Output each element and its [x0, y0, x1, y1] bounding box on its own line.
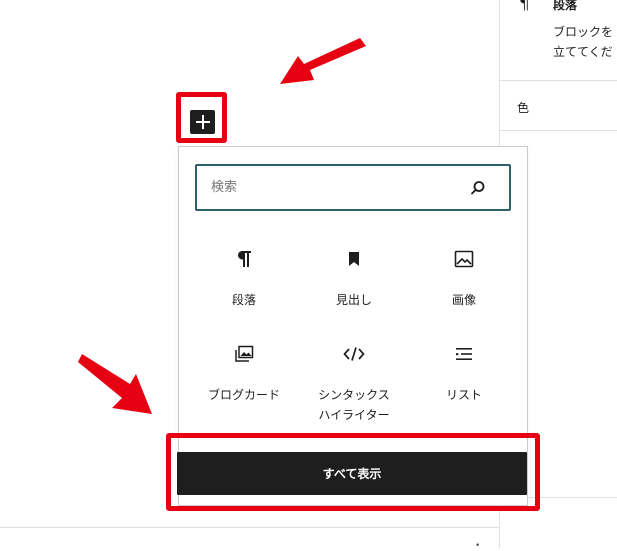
block-item-label: ブログカード	[207, 388, 280, 402]
list-icon	[453, 343, 475, 365]
plus-icon	[195, 115, 210, 129]
search-icon[interactable]	[469, 179, 487, 197]
dot-icon: •	[475, 541, 481, 551]
block-item-label: 画像	[451, 293, 476, 307]
block-item-list[interactable]: リスト	[409, 326, 519, 416]
block-card-description-line: ブロックを	[553, 25, 614, 39]
block-item-syntax-highlighter[interactable]: シンタックス ハイライター	[299, 326, 409, 422]
block-card: ¶ 段落 ブロックを 立ててくだ	[500, 0, 617, 69]
annotation-arrow-icon	[78, 354, 152, 414]
block-search-input[interactable]	[197, 166, 469, 209]
sidebar-divider	[500, 130, 617, 131]
block-card-title: 段落	[553, 0, 578, 12]
block-item-heading[interactable]: 見出し	[299, 231, 409, 321]
paragraph-icon: ¶	[519, 0, 530, 14]
block-item-label: シンタックス ハイライター	[318, 388, 390, 422]
block-card-description-line: 立ててくだ	[553, 45, 613, 59]
sidebar-divider	[500, 80, 617, 81]
block-item-paragraph[interactable]: 段落	[189, 231, 299, 321]
block-item-image[interactable]: 画像	[409, 231, 519, 321]
block-item-label: リスト	[445, 388, 482, 402]
block-item-label: 見出し	[335, 293, 372, 307]
block-item-label: 段落	[231, 293, 256, 307]
show-all-button[interactable]: すべて表示	[177, 452, 527, 495]
paragraph-icon	[233, 248, 255, 270]
annotation-arrow-icon	[280, 38, 366, 84]
block-card-description: ブロックを 立ててくだ	[553, 22, 613, 62]
color-panel-toggle[interactable]: 色	[517, 99, 529, 116]
editor-divider	[0, 527, 499, 528]
code-icon	[343, 343, 365, 365]
block-search	[195, 164, 511, 211]
block-item-blog-card[interactable]: ブログカード	[189, 326, 299, 416]
gallery-icon	[233, 343, 255, 365]
heading-bookmark-icon	[343, 248, 365, 270]
image-icon	[453, 248, 475, 270]
block-inserter-toggle-button[interactable]	[190, 110, 215, 134]
